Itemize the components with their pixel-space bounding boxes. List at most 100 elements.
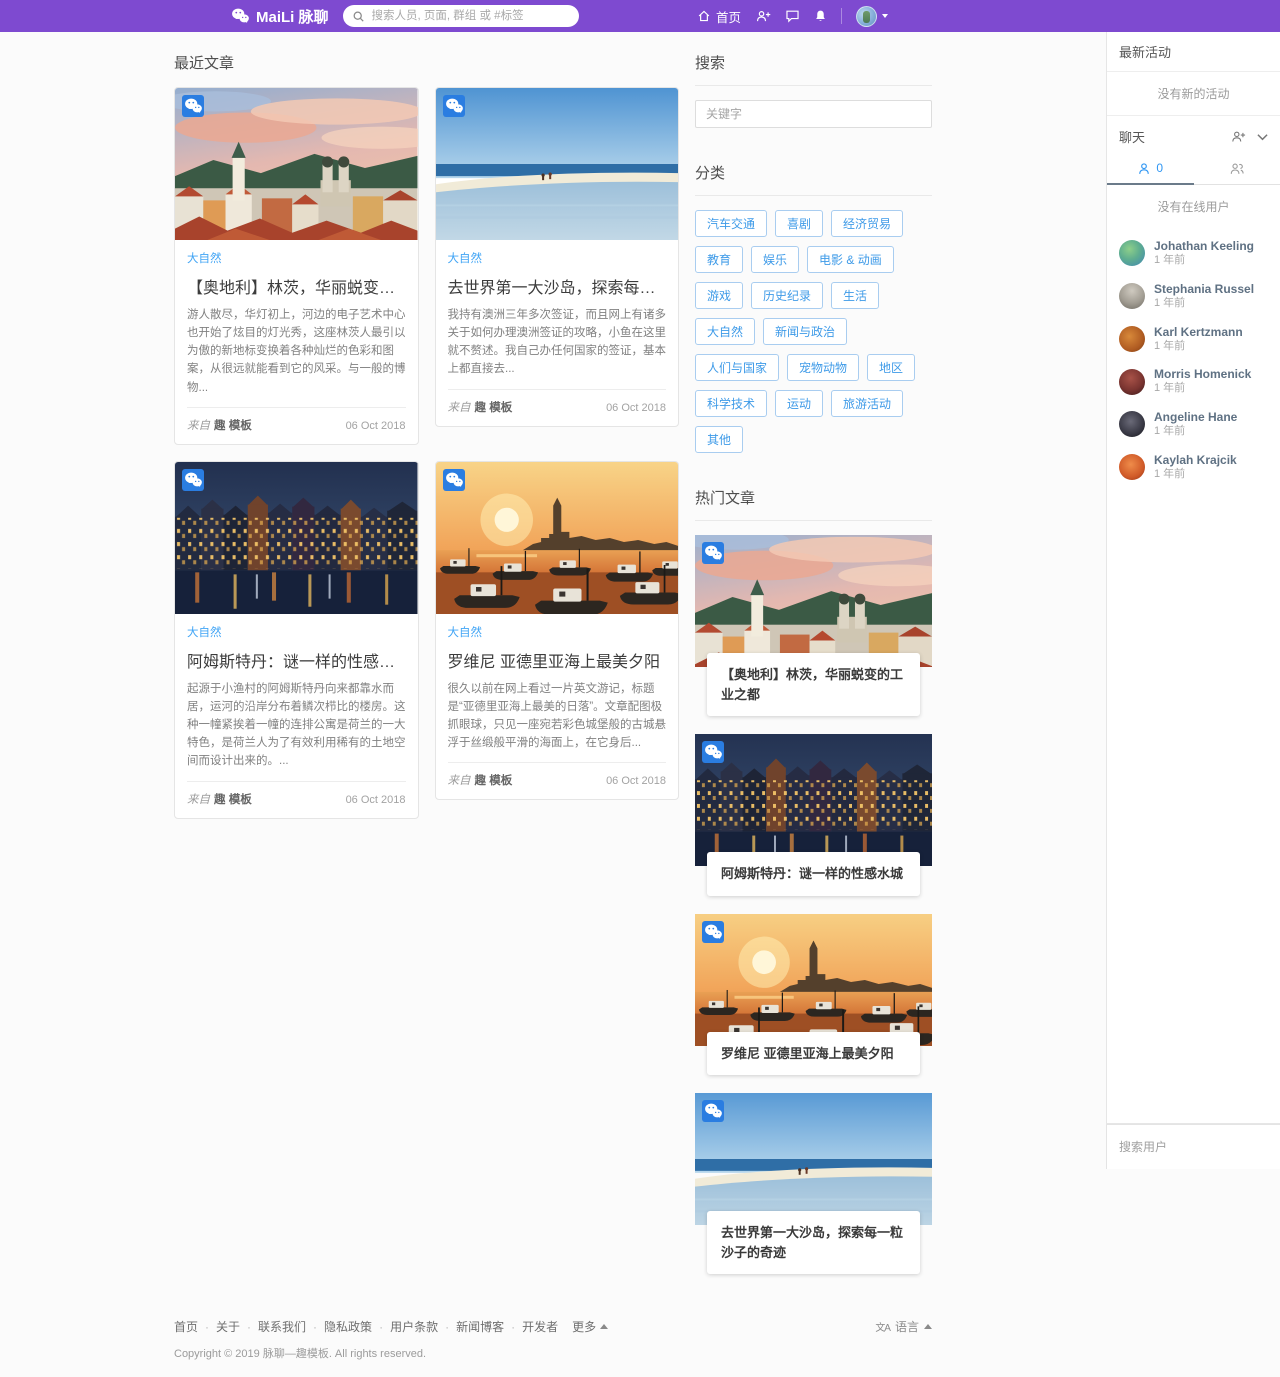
footer-link[interactable]: 首页 [174,1318,198,1335]
app-logo[interactable]: MaiLi 脉聊 [230,6,329,27]
article-title-link[interactable]: 去世界第一大沙岛，探索每一粒沙子的奇迹 [448,274,667,298]
category-tag[interactable]: 地区 [867,354,915,381]
language-menu[interactable]: 文A 语言 [875,1318,932,1335]
chat-user-search-input[interactable] [1107,1125,1280,1169]
category-tag[interactable]: 喜剧 [775,210,823,237]
caret-up-icon [924,1324,932,1329]
person-add-icon [755,9,771,23]
hot-article-title[interactable]: 【奥地利】林茨，华丽蜕变的工业之都 [707,653,920,716]
group-icon [1229,162,1245,175]
article-category-link[interactable]: 大自然 [187,627,222,639]
hot-article-title[interactable]: 阿姆斯特丹：谜一样的性感水城 [707,852,920,896]
category-tag[interactable]: 娱乐 [751,246,799,273]
user-last-seen: 1 年前 [1154,382,1251,396]
chat-user-row[interactable]: Stephania Russel 1 年前 [1107,275,1280,318]
nav-friend-requests[interactable] [755,9,771,23]
article-source: 来自趣 模板 [187,791,252,807]
article-title-link[interactable]: 【奥地利】林茨，华丽蜕变的工业之都 [187,274,406,298]
footer-more-label: 更多 [572,1318,596,1335]
bell-icon [814,9,827,23]
user-last-seen: 1 年前 [1154,254,1254,268]
recent-chat-users: Johathan Keeling 1 年前 Stephania Russel 1… [1107,228,1280,489]
footer-link[interactable]: 联系我们 [258,1318,306,1335]
tab-online-friends[interactable]: 0 [1107,154,1194,185]
footer-link[interactable]: 开发者 [522,1318,558,1335]
nav-home[interactable]: 首页 [697,7,741,26]
article-card[interactable]: 大自然 去世界第一大沙岛，探索每一粒沙子的奇迹 我持有澳洲三年多次签证，而且网上… [435,87,680,427]
article-image-linz-sunset[interactable] [175,88,418,240]
footer-more-menu[interactable]: 更多 [572,1318,608,1335]
category-tag[interactable]: 电影 & 动画 [807,246,894,273]
category-tag[interactable]: 新闻与政治 [763,318,847,345]
category-tag[interactable]: 大自然 [695,318,755,345]
chat-user-row[interactable]: Karl Kertzmann 1 年前 [1107,318,1280,361]
wechat-badge-icon [182,469,204,491]
footer-separator: · [247,1320,251,1334]
category-tag[interactable]: 游戏 [695,282,743,309]
category-tag[interactable]: 旅游活动 [831,390,903,417]
article-card[interactable]: 大自然 罗维尼 亚德里亚海上最美夕阳 很久以前在网上看过一片英文游记，标题是“亚… [435,461,680,801]
category-tag[interactable]: 经济贸易 [831,210,903,237]
create-group-icon[interactable] [1229,130,1246,143]
category-tag[interactable]: 教育 [695,246,743,273]
category-tag[interactable]: 其他 [695,426,743,453]
article-title-link[interactable]: 阿姆斯特丹：谜一样的性感水城 [187,648,406,672]
nav-account-menu[interactable] [856,6,888,27]
top-navbar: MaiLi 脉聊 首页 [0,0,1280,32]
right-sidebar: 搜索 分类 汽车交通 喜剧 经济贸易 教育 娱乐 电影 & 动画 游戏 历史纪录… [695,44,932,1292]
chat-user-row[interactable]: Angeline Hane 1 年前 [1107,403,1280,446]
category-tag[interactable]: 人们与国家 [695,354,779,381]
article-image-amsterdam-night[interactable] [175,462,418,614]
article-card[interactable]: 大自然 阿姆斯特丹：谜一样的性感水城 起源于小渔村的阿姆斯特丹向来都靠水而居，运… [174,461,419,819]
hot-article-card[interactable]: 阿姆斯特丹：谜一样的性感水城 [695,734,932,896]
footer-separator: · [445,1320,449,1334]
keyword-search-input[interactable] [695,100,932,128]
nav-notifications[interactable] [814,9,827,23]
tab-groups[interactable] [1194,154,1280,184]
page-footer: 首页· 关于· 联系我们· 隐私政策· 用户条款· 新闻博客· 开发者 更多 文… [174,1318,932,1377]
article-card[interactable]: 大自然 【奥地利】林茨，华丽蜕变的工业之都 游人散尽，华灯初上，河边的电子艺术中… [174,87,419,445]
categories-title: 分类 [695,154,932,196]
footer-link[interactable]: 新闻博客 [456,1318,504,1335]
chat-user-row[interactable]: Morris Homenick 1 年前 [1107,360,1280,403]
hot-article-image-rovinj-sunset[interactable] [695,914,932,1046]
category-tag[interactable]: 运动 [775,390,823,417]
hot-article-title[interactable]: 罗维尼 亚德里亚海上最美夕阳 [707,1032,920,1076]
chat-user-row[interactable]: Johathan Keeling 1 年前 [1107,232,1280,275]
hot-article-image-sand-island[interactable] [695,1093,932,1225]
article-title-link[interactable]: 罗维尼 亚德里亚海上最美夕阳 [448,648,667,672]
user-avatar [856,6,877,27]
article-date: 06 Oct 2018 [606,402,666,414]
category-tag[interactable]: 历史纪录 [751,282,823,309]
hot-articles-title: 热门文章 [695,479,932,521]
online-count: 0 [1156,161,1163,175]
article-date: 06 Oct 2018 [346,794,406,806]
hot-article-card[interactable]: 罗维尼 亚德里亚海上最美夕阳 [695,914,932,1076]
footer-link[interactable]: 隐私政策 [324,1318,372,1335]
category-tag[interactable]: 宠物动物 [787,354,859,381]
hot-article-image-amsterdam-night[interactable] [695,734,932,866]
user-last-seen: 1 年前 [1154,468,1237,482]
hot-article-title[interactable]: 去世界第一大沙岛，探索每一粒沙子的奇迹 [707,1211,920,1274]
article-category-link[interactable]: 大自然 [448,627,483,639]
wechat-badge-icon [702,542,724,564]
hot-article-card[interactable]: 去世界第一大沙岛，探索每一粒沙子的奇迹 [695,1093,932,1274]
article-image-rovinj-sunset[interactable] [436,462,679,614]
category-tag[interactable]: 汽车交通 [695,210,767,237]
article-image-sand-island[interactable] [436,88,679,240]
hot-article-card[interactable]: 【奥地利】林茨，华丽蜕变的工业之都 [695,535,932,716]
top-nav-icons: 首页 [697,6,888,27]
chevron-down-icon[interactable] [1257,133,1268,141]
article-date: 06 Oct 2018 [346,420,406,432]
footer-link[interactable]: 用户条款 [390,1318,438,1335]
article-category-link[interactable]: 大自然 [448,253,483,265]
footer-link[interactable]: 关于 [216,1318,240,1335]
chat-user-row[interactable]: Kaylah Krajcik 1 年前 [1107,446,1280,489]
avatar [1119,454,1145,480]
category-tag[interactable]: 科学技术 [695,390,767,417]
hot-article-image-linz-sunset[interactable] [695,535,932,667]
nav-messages[interactable] [785,9,800,23]
category-tag[interactable]: 生活 [831,282,879,309]
article-category-link[interactable]: 大自然 [187,253,222,265]
global-search-input[interactable] [370,9,569,23]
